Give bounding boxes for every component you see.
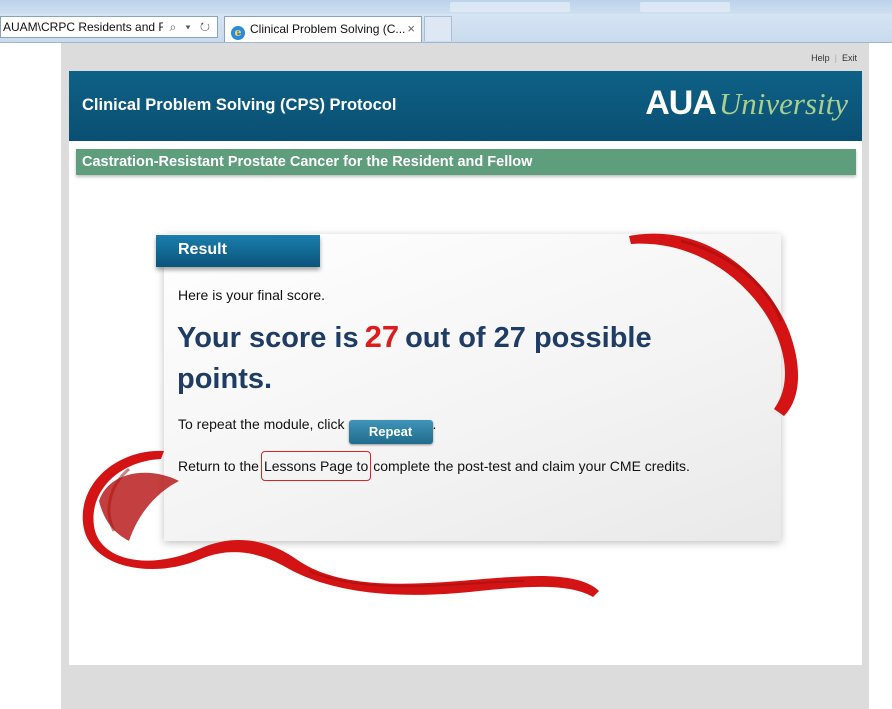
- browser-tab[interactable]: e Clinical Problem Solving (C... ×: [224, 16, 422, 42]
- lessons-page-link[interactable]: Lessons Page to: [260, 451, 372, 481]
- player-footer: [61, 665, 869, 709]
- browser-title-strip: [0, 0, 892, 14]
- close-icon[interactable]: ×: [407, 17, 415, 41]
- tab-title: Clinical Problem Solving (C...: [250, 22, 406, 36]
- logo-university: University: [718, 86, 848, 121]
- help-link[interactable]: Help: [811, 53, 830, 63]
- lessons-instruction: Return to the Lessons Page to complete the…: [178, 451, 690, 481]
- browser-toolbar: AUAM\CRPC Residents and Fel ⌕ ▾ ↻ e Clini…: [0, 14, 892, 43]
- course-title: Clinical Problem Solving (CPS) Protocol: [82, 96, 397, 114]
- repeat-instruction: To repeat the module, click Repeat.: [178, 416, 436, 444]
- search-icon[interactable]: ⌕ ▾ ↻: [169, 17, 213, 37]
- address-text: AUAM\CRPC Residents and Fel: [3, 20, 163, 34]
- course-player: Help | Exit Clinical Problem Solving (CPS)…: [61, 43, 869, 709]
- result-header-tab: Result: [156, 235, 320, 267]
- address-bar[interactable]: AUAM\CRPC Residents and Fel ⌕ ▾ ↻: [0, 16, 218, 38]
- score-prefix: Your score is: [177, 322, 359, 354]
- final-score: Your score is 27 out of 27 possible points…: [177, 316, 737, 400]
- score-value: 27: [364, 319, 400, 354]
- lessons-prefix: Return to the: [178, 458, 259, 474]
- ie-icon: e: [231, 26, 245, 40]
- result-label: Result: [178, 241, 227, 258]
- repeat-prefix: To repeat the module, click: [178, 416, 345, 432]
- link-separator: |: [834, 53, 837, 63]
- exit-link[interactable]: Exit: [842, 53, 857, 63]
- module-title-bar: Castration-Resistant Prostate Cancer for…: [76, 149, 856, 175]
- faded-bookmark: [640, 2, 730, 12]
- faded-bookmark: [450, 2, 570, 12]
- score-intro: Here is your final score.: [178, 287, 326, 303]
- repeat-button[interactable]: Repeat: [348, 420, 433, 444]
- lessons-suffix: complete the post-test and claim your CM…: [373, 458, 690, 474]
- repeat-suffix: .: [432, 416, 437, 432]
- course-header: Clinical Problem Solving (CPS) Protocol …: [69, 71, 862, 141]
- top-links: Help | Exit: [811, 53, 857, 63]
- module-title: Castration-Resistant Prostate Cancer for…: [82, 154, 533, 170]
- aua-university-logo: AUAUniversity: [645, 84, 848, 123]
- new-tab-button[interactable]: [424, 16, 452, 41]
- logo-aua: AUA: [645, 84, 717, 122]
- content-area: Clinical Problem Solving (CPS) Protocol …: [69, 71, 862, 665]
